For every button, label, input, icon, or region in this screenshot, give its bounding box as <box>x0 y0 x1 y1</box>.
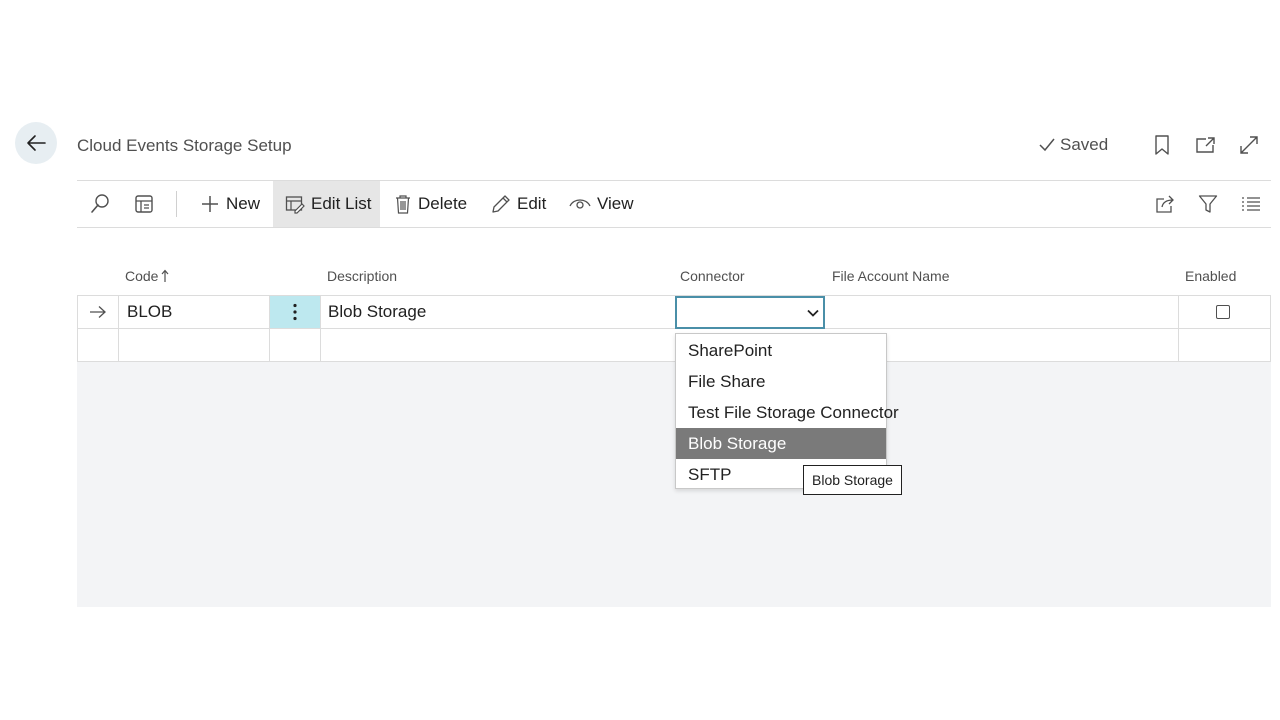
chevron-down-icon <box>807 309 819 317</box>
code-cell[interactable]: BLOB <box>119 296 270 328</box>
enabled-checkbox[interactable] <box>1216 305 1230 319</box>
column-header-code-label: Code <box>125 268 159 284</box>
row-indicator <box>78 296 119 328</box>
row-menu-button[interactable] <box>270 296 321 328</box>
new-button[interactable]: New <box>194 181 266 227</box>
list-options-icon <box>1242 197 1260 211</box>
share-button[interactable] <box>1148 181 1182 227</box>
tooltip: Blob Storage <box>803 465 902 495</box>
table-row[interactable] <box>77 328 1271 362</box>
delete-button[interactable]: Delete <box>388 181 473 227</box>
connector-option-blob-storage[interactable]: Blob Storage <box>676 428 886 459</box>
column-header-description[interactable]: Description <box>327 268 397 284</box>
back-button[interactable] <box>15 122 57 164</box>
new-label: New <box>226 194 261 213</box>
action-bar: New Edit List Delete Edit View <box>77 181 1271 227</box>
file-account-name-cell[interactable] <box>826 296 1179 328</box>
action-separator <box>176 191 177 217</box>
sort-ascending-icon <box>162 269 169 282</box>
page: Cloud Events Storage Setup Saved New Edi… <box>0 0 1280 720</box>
page-title: Cloud Events Storage Setup <box>77 136 292 155</box>
column-header-file-account-name[interactable]: File Account Name <box>832 268 950 284</box>
edit-list-icon <box>285 196 305 214</box>
show-as-list-button[interactable] <box>127 181 161 227</box>
column-header-enabled[interactable]: Enabled <box>1185 268 1236 284</box>
expand-button[interactable] <box>1236 132 1262 158</box>
eye-icon <box>569 199 591 209</box>
list-view-icon <box>135 195 153 213</box>
row-indicator <box>78 329 119 361</box>
saved-status: Saved <box>1038 135 1108 155</box>
checkmark-icon <box>1039 138 1055 152</box>
back-arrow-icon <box>27 135 46 151</box>
open-in-new-window-button[interactable] <box>1192 132 1218 158</box>
more-vertical-icon <box>293 303 297 321</box>
delete-label: Delete <box>418 194 468 213</box>
column-header-code[interactable]: Code <box>125 268 169 284</box>
connector-select[interactable] <box>675 296 825 329</box>
filter-icon <box>1198 195 1218 213</box>
connector-option-test-file-storage-connector[interactable]: Test File Storage Connector <box>676 397 899 428</box>
edit-list-button[interactable]: Edit List <box>273 181 380 227</box>
arrow-right-icon <box>90 306 106 318</box>
row-menu-cell <box>270 329 321 361</box>
edit-list-label: Edit List <box>311 194 372 213</box>
expand-icon <box>1240 136 1258 154</box>
view-label: View <box>597 194 634 213</box>
code-cell[interactable] <box>119 329 270 361</box>
connector-option-sharepoint[interactable]: SharePoint <box>676 335 886 366</box>
open-in-new-window-icon <box>1196 137 1215 153</box>
edit-button[interactable]: Edit <box>485 181 552 227</box>
connector-option-file-share[interactable]: File Share <box>676 366 886 397</box>
trash-icon <box>396 195 410 214</box>
share-icon <box>1156 195 1174 213</box>
search-button[interactable] <box>83 181 117 227</box>
list-options-button[interactable] <box>1235 181 1267 227</box>
bookmark-button[interactable] <box>1149 132 1175 158</box>
table-row[interactable]: BLOB Blob Storage <box>77 295 1271 329</box>
view-button[interactable]: View <box>563 181 640 227</box>
divider <box>77 227 1271 228</box>
search-icon <box>91 194 109 213</box>
filter-button[interactable] <box>1192 181 1224 227</box>
edit-label: Edit <box>517 194 547 213</box>
plus-icon <box>202 196 218 212</box>
bookmark-icon <box>1155 135 1169 155</box>
pencil-icon <box>492 195 510 213</box>
column-header-connector[interactable]: Connector <box>680 268 745 284</box>
saved-label: Saved <box>1060 135 1109 154</box>
